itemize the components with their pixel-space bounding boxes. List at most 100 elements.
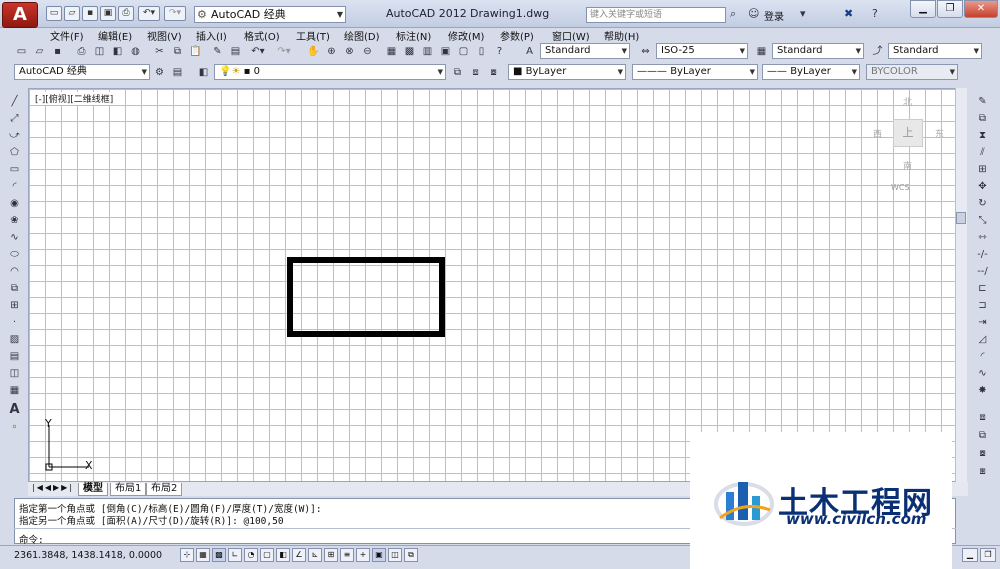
tab-layout1[interactable]: 布局1 [110,483,147,496]
open-icon[interactable]: ▱ [64,6,80,21]
multileader-style-select[interactable]: Standard ▼ [888,43,982,59]
trim-icon[interactable]: -/- [975,247,990,262]
new-icon[interactable]: ▭ [46,6,62,21]
quick-properties-icon[interactable]: ▣ [372,548,386,562]
extend-icon[interactable]: --/ [975,264,990,279]
viewcube[interactable]: 北 西 东 南 上 WCS [869,91,949,195]
cut-icon[interactable]: ✂ [152,44,167,59]
redo-icon[interactable]: ↷▾ [274,44,294,59]
menu-edit[interactable]: 编辑(E) [98,28,132,43]
zoom-realtime-icon[interactable]: ⊕ [324,44,339,59]
multiline-text-icon[interactable]: A [7,402,22,417]
menu-help[interactable]: 帮助(H) [604,28,639,43]
drawn-rectangle[interactable] [287,257,445,337]
viewcube-north[interactable]: 北 [903,95,912,108]
chevron-down-icon[interactable]: ▾ [800,7,806,20]
move-icon[interactable]: ✥ [975,179,990,194]
layer-previous-icon[interactable]: ⧈ [468,65,483,80]
send-back-icon[interactable]: ⧇ [975,446,990,461]
tab-nav-arrows[interactable]: |◀◀▶▶| [32,483,74,492]
join-icon[interactable]: ⇥ [975,315,990,330]
redo-icon[interactable]: ↷▾ [164,6,186,21]
coordinate-readout[interactable]: 2361.3848, 1438.1418, 0.0000 [14,550,162,561]
mirror-icon[interactable]: ⧗ [975,128,990,143]
object-snap-icon[interactable]: ▢ [260,548,274,562]
calculator-icon[interactable]: ▯ [474,44,489,59]
ellipse-arc-icon[interactable]: ◠ [7,264,22,279]
point-icon[interactable]: · [7,315,22,330]
revision-cloud-icon[interactable]: ❀ [7,213,22,228]
preview-icon[interactable]: ◫ [92,44,107,59]
help-icon[interactable]: ? [492,44,507,59]
paste-icon[interactable]: 📋 [188,44,203,59]
annotation-monitor-icon[interactable]: ⧉ [404,548,418,562]
grid-display-icon[interactable]: ▩ [212,548,226,562]
user-icon[interactable]: ☺ [748,7,759,20]
search-input[interactable]: 键入关键字或短语 [586,7,726,23]
gradient-icon[interactable]: ▤ [7,349,22,364]
chamfer-icon[interactable]: ◿ [975,332,990,347]
menu-modify[interactable]: 修改(M) [448,28,484,43]
print-icon[interactable]: ⎙ [118,6,134,21]
lineweight-select[interactable]: —— ByLayer ▼ [762,64,860,80]
polar-tracking-icon[interactable]: ◔ [244,548,258,562]
copy-object-icon[interactable]: ⧉ [975,111,990,126]
menu-parametric[interactable]: 参数(P) [500,28,534,43]
copy-icon[interactable]: ⧉ [170,44,185,59]
binoculars-icon[interactable]: ⌕ [730,7,736,21]
lineweight-icon[interactable]: ≡ [340,548,354,562]
restore-button[interactable]: ❐ [980,548,996,562]
viewcube-top-face[interactable]: 上 [893,119,923,147]
viewport-controls[interactable]: [-][俯视][二维线框] [35,92,114,105]
menu-insert[interactable]: 插入(I) [196,28,227,43]
vertical-scrollbar[interactable] [955,88,967,482]
3d-object-snap-icon[interactable]: ◧ [276,548,290,562]
array-icon[interactable]: ⊞ [975,162,990,177]
save-icon[interactable]: ▪ [50,44,65,59]
scale-icon[interactable]: ⤡ [975,213,990,228]
publish-icon[interactable]: ◧ [110,44,125,59]
arc-icon[interactable]: ◜ [7,179,22,194]
command-prompt[interactable]: 命令: [19,532,44,546]
help-icon[interactable]: ? [872,7,878,20]
insert-block-icon[interactable]: ⧉ [7,281,22,296]
add-selected-icon[interactable]: ⚬ [7,420,22,435]
circle-icon[interactable]: ◉ [7,196,22,211]
draw-order-icon[interactable]: ⧈ [975,410,990,425]
layer-manager-icon[interactable]: ◧ [196,65,211,80]
dim-style-select[interactable]: ISO-25 ▼ [656,43,748,59]
exchange-icon[interactable]: ✖ [844,7,853,20]
text-style-select[interactable]: Standard ▼ [540,43,630,59]
menu-window[interactable]: 窗口(W) [552,28,590,43]
markup-icon[interactable]: ▢ [456,44,471,59]
offset-icon[interactable]: ⫽ [975,145,990,160]
blend-curves-icon[interactable]: ∿ [975,366,990,381]
tool-palettes-icon[interactable]: ▥ [420,44,435,59]
transparency-icon[interactable]: + [356,548,370,562]
plot-icon[interactable]: ⎙ [74,44,89,59]
undo-icon[interactable]: ↶▾ [138,6,160,21]
chevron-down-icon[interactable]: ▼ [334,6,346,23]
hatch-icon[interactable]: ▨ [7,332,22,347]
make-block-icon[interactable]: ⊞ [7,298,22,313]
line-icon[interactable]: ╱ [7,94,22,109]
region-icon[interactable]: ◫ [7,366,22,381]
login-link[interactable]: 登录 [764,8,784,23]
break-icon[interactable]: ⊐ [975,298,990,313]
color-select[interactable]: ■ ByLayer ▼ [508,64,626,80]
snap-mode-icon[interactable]: ▦ [196,548,210,562]
stretch-icon[interactable]: ⇿ [975,230,990,245]
bring-front-icon[interactable]: ⧉ [975,428,990,443]
table-style-select[interactable]: Standard ▼ [772,43,864,59]
pan-icon[interactable]: ✋ [306,44,321,59]
application-menu-button[interactable]: A [2,2,38,28]
menu-tools[interactable]: 工具(T) [296,28,330,43]
new-icon[interactable]: ▭ [14,44,29,59]
block-editor-icon[interactable]: ▤ [228,44,243,59]
menu-dimension[interactable]: 标注(N) [396,28,431,43]
sheet-set-icon[interactable]: ▣ [438,44,453,59]
erase-icon[interactable]: ✎ [975,94,990,109]
save-icon[interactable]: ▪ [82,6,98,21]
break-at-point-icon[interactable]: ⊏ [975,281,990,296]
layer-state-icon[interactable]: ⧇ [486,65,501,80]
